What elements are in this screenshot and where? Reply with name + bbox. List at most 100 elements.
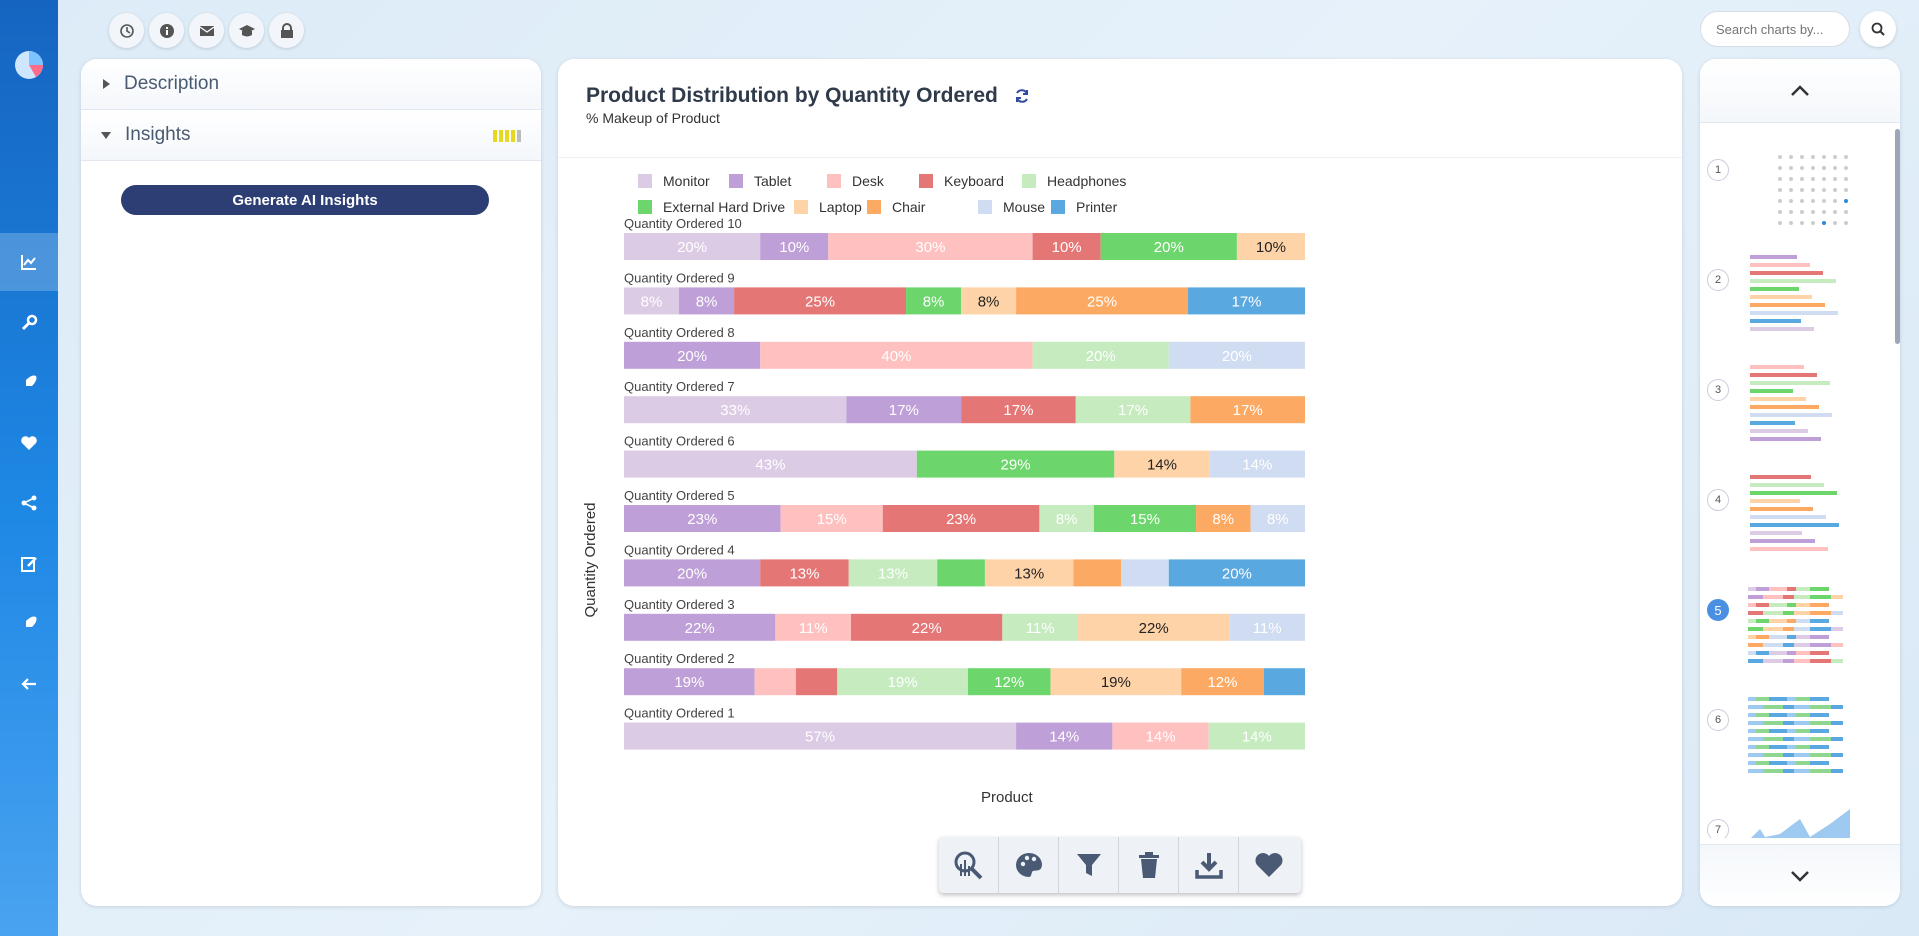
thumbnail-number[interactable]: 2 bbox=[1707, 269, 1729, 291]
mail-icon[interactable] bbox=[189, 13, 224, 48]
bar-segment[interactable] bbox=[1263, 668, 1305, 696]
nav-heart-icon[interactable] bbox=[0, 414, 58, 472]
chart-thumbnail[interactable] bbox=[1740, 139, 1858, 229]
bar-value-label: 33% bbox=[720, 402, 750, 419]
legend-label[interactable]: Mouse bbox=[1003, 199, 1045, 215]
search-icon[interactable] bbox=[1860, 11, 1896, 47]
scroll-down-button[interactable] bbox=[1700, 844, 1900, 906]
thumbnail-number[interactable]: 5 bbox=[1707, 599, 1729, 621]
row-label: Quantity Ordered 6 bbox=[624, 434, 735, 449]
bar-value-label: 11% bbox=[1253, 620, 1282, 637]
bar-value-label: 43% bbox=[755, 457, 785, 474]
info-icon[interactable] bbox=[149, 13, 184, 48]
description-label: Description bbox=[124, 73, 220, 94]
chart-thumbnail[interactable] bbox=[1740, 689, 1858, 779]
palette-icon[interactable] bbox=[999, 837, 1059, 893]
legend-label[interactable]: Headphones bbox=[1047, 173, 1126, 189]
history-icon[interactable] bbox=[109, 13, 144, 48]
nav-charts-icon[interactable] bbox=[0, 233, 58, 291]
bar-segment[interactable] bbox=[1073, 559, 1122, 587]
legend-swatch[interactable] bbox=[827, 174, 841, 188]
bar-value-label: 20% bbox=[1154, 239, 1184, 256]
chart-title: Product Distribution by Quantity Ordered bbox=[586, 84, 1030, 108]
chart-thumbnail[interactable] bbox=[1740, 469, 1858, 559]
nav-launch-icon[interactable] bbox=[0, 595, 58, 653]
legend-swatch[interactable] bbox=[1022, 174, 1036, 188]
nav-rocket-icon[interactable] bbox=[0, 354, 58, 412]
nav-share-icon[interactable] bbox=[0, 474, 58, 532]
chevron-up-icon bbox=[1791, 84, 1809, 96]
legend-label[interactable]: Chair bbox=[892, 199, 926, 215]
bar-value-label: 23% bbox=[946, 511, 976, 528]
chart-thumbnail[interactable] bbox=[1740, 249, 1858, 339]
nav-wrench-icon[interactable] bbox=[0, 294, 58, 352]
chart-subtitle: % Makeup of Product bbox=[586, 110, 720, 126]
legend-swatch[interactable] bbox=[978, 200, 992, 214]
thumbnail-scrollbar[interactable] bbox=[1895, 129, 1900, 344]
legend-swatch[interactable] bbox=[794, 200, 808, 214]
search-input[interactable] bbox=[1700, 11, 1850, 47]
chart-panel: Product Distribution by Quantity Ordered… bbox=[558, 59, 1682, 906]
analyze-icon[interactable] bbox=[939, 837, 999, 893]
app-logo-icon[interactable] bbox=[12, 48, 46, 82]
generate-ai-insights-button[interactable]: Generate AI Insights bbox=[121, 185, 489, 215]
bar-value-label: 30% bbox=[915, 239, 945, 256]
thumbnail-number[interactable]: 1 bbox=[1707, 159, 1729, 181]
row-label: Quantity Ordered 8 bbox=[624, 325, 735, 340]
chart-thumbnail[interactable] bbox=[1740, 799, 1858, 838]
legend-label[interactable]: Desk bbox=[852, 173, 885, 189]
legend-label[interactable]: External Hard Drive bbox=[663, 199, 785, 215]
bar-value-label: 22% bbox=[1139, 620, 1169, 637]
graduation-cap-icon[interactable] bbox=[229, 13, 264, 48]
bar-value-label: 13% bbox=[1014, 565, 1044, 582]
bar-value-label: 20% bbox=[1222, 348, 1252, 365]
bar-value-label: 14% bbox=[1049, 729, 1079, 746]
legend-label[interactable]: Keyboard bbox=[944, 173, 1004, 189]
bar-segment[interactable] bbox=[754, 668, 796, 696]
description-accordion[interactable]: Description bbox=[81, 59, 541, 110]
thumbnail-number[interactable]: 6 bbox=[1707, 709, 1729, 731]
scroll-up-button[interactable] bbox=[1700, 59, 1900, 123]
nav-edit-icon[interactable] bbox=[0, 535, 58, 593]
row-label: Quantity Ordered 1 bbox=[624, 706, 735, 721]
chart-thumbnail[interactable] bbox=[1740, 359, 1858, 449]
refresh-icon[interactable] bbox=[1014, 88, 1030, 104]
legend-label[interactable]: Tablet bbox=[754, 173, 791, 189]
legend-label[interactable]: Printer bbox=[1076, 199, 1118, 215]
thumbnail-panel: 1 2 3 4 5 6 7 bbox=[1700, 59, 1900, 906]
side-nav bbox=[0, 0, 58, 936]
filter-icon[interactable] bbox=[1059, 837, 1119, 893]
bar-value-label: 14% bbox=[1242, 729, 1272, 746]
row-label: Quantity Ordered 10 bbox=[624, 216, 742, 231]
thumbnail-number[interactable]: 7 bbox=[1707, 819, 1729, 838]
chart-toolbar bbox=[939, 837, 1301, 893]
bar-value-label: 20% bbox=[1086, 348, 1116, 365]
legend-swatch[interactable] bbox=[867, 200, 881, 214]
legend-swatch[interactable] bbox=[1051, 200, 1065, 214]
thumbnail-number[interactable]: 4 bbox=[1707, 489, 1729, 511]
nav-back-icon[interactable] bbox=[0, 655, 58, 713]
insights-label: Insights bbox=[125, 124, 191, 145]
row-label: Quantity Ordered 9 bbox=[624, 270, 735, 285]
bar-segment[interactable] bbox=[795, 668, 838, 696]
insights-accordion[interactable]: Insights bbox=[81, 110, 541, 161]
heart-icon[interactable] bbox=[1239, 837, 1299, 893]
legend-swatch[interactable] bbox=[638, 200, 652, 214]
legend-label[interactable]: Laptop bbox=[819, 199, 862, 215]
bar-value-label: 20% bbox=[677, 565, 707, 582]
thumbnail-number[interactable]: 3 bbox=[1707, 379, 1729, 401]
bar-value-label: 22% bbox=[685, 620, 715, 637]
bar-value-label: 8% bbox=[923, 293, 945, 310]
trash-icon[interactable] bbox=[1119, 837, 1179, 893]
bar-value-label: 14% bbox=[1147, 457, 1177, 474]
legend-swatch[interactable] bbox=[638, 174, 652, 188]
bar-value-label: 23% bbox=[687, 511, 717, 528]
bar-segment[interactable] bbox=[937, 559, 985, 587]
chart-thumbnail[interactable] bbox=[1740, 579, 1858, 669]
bar-segment[interactable] bbox=[1121, 559, 1169, 587]
legend-swatch[interactable] bbox=[729, 174, 743, 188]
download-icon[interactable] bbox=[1179, 837, 1239, 893]
legend-label[interactable]: Monitor bbox=[663, 173, 710, 189]
legend-swatch[interactable] bbox=[919, 174, 933, 188]
lock-icon[interactable] bbox=[269, 13, 304, 48]
